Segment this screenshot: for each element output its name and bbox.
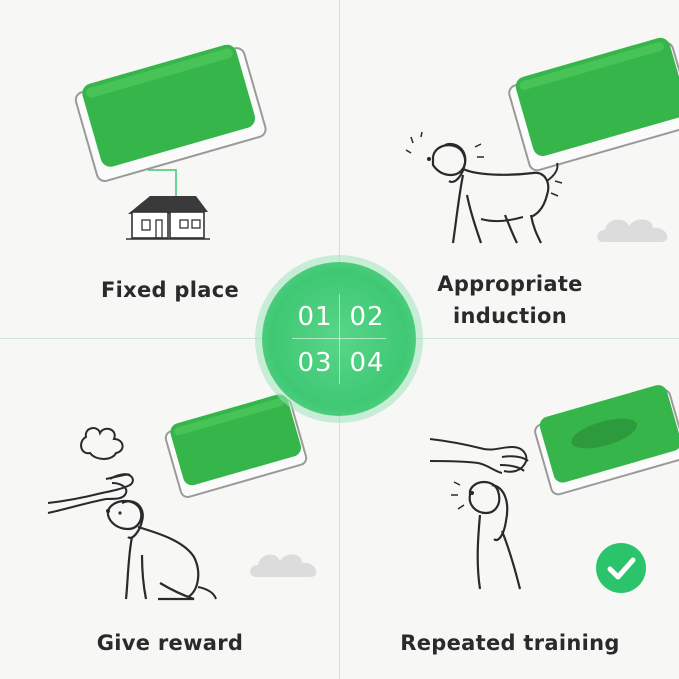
cloud-icon [250,554,317,577]
dog-icon [451,480,522,590]
step-number: 04 [349,348,385,378]
dog-icon [106,499,217,601]
grass-pad-icon [74,44,267,182]
step-number: 03 [297,348,333,378]
checkmark-icon [596,543,646,593]
training-steps-infographic: Fixed place Appropriate induction Give r… [0,0,679,679]
step-label: Give reward [96,631,244,655]
step-number: 01 [297,302,333,332]
step-label: Repeated training [400,631,620,655]
badge-divider-horizontal [292,338,386,339]
cloud-icon [597,219,668,242]
step-label: Fixed place [100,278,240,302]
house-icon [126,196,210,240]
step-number: 02 [349,302,385,332]
dog-icon [405,131,563,244]
step-numbers-badge: 01 02 03 04 [262,262,416,416]
grass-pad-icon [164,394,308,498]
step-label-line2: induction [453,304,567,328]
step-label-line1: Appropriate [437,272,583,296]
